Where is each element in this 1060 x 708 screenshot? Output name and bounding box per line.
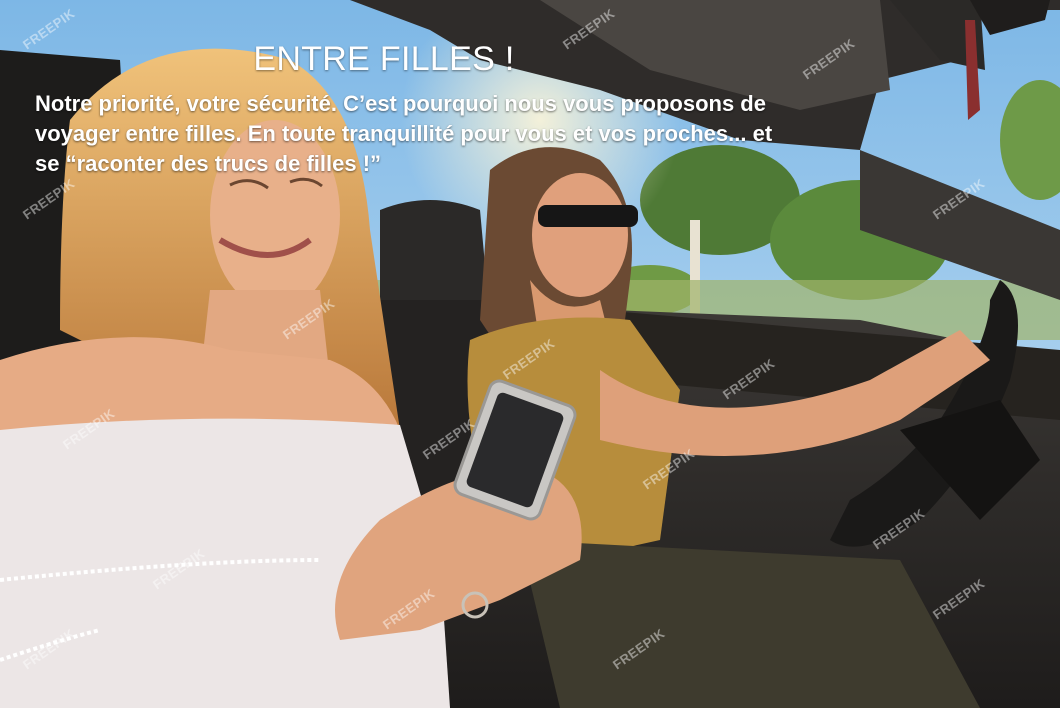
banner-body: Notre priorité, votre sécurité. C’est po… — [35, 89, 995, 179]
banner-body-line: Notre priorité, votre sécurité. C’est po… — [35, 91, 766, 116]
banner-body-line: voyager entre filles. En toute tranquill… — [35, 121, 773, 146]
banner-body-line: se “raconter des trucs de filles !” — [35, 151, 382, 176]
banner-title: ENTRE FILLES ! — [253, 40, 515, 78]
